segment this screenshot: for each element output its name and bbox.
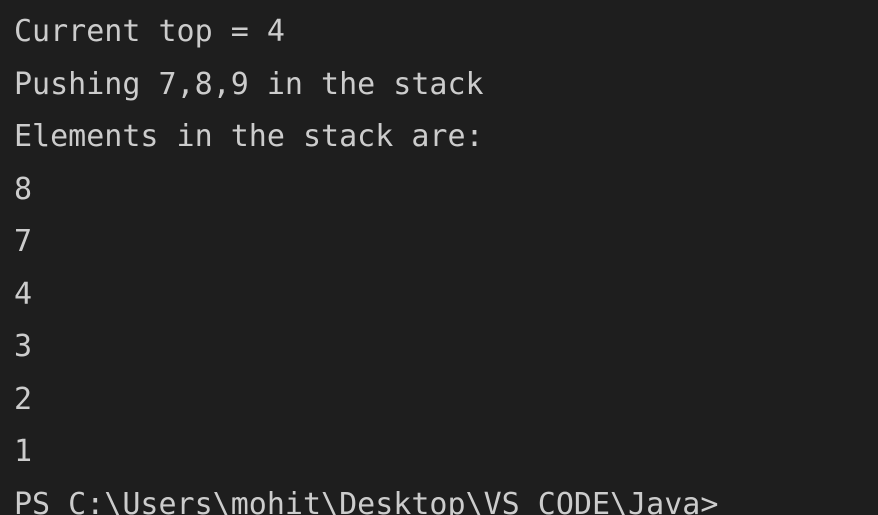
shell-prompt[interactable]: PS C:\Users\mohit\Desktop\VS CODE\Java> xyxy=(14,479,878,515)
output-line-pushing: Pushing 7,8,9 in the stack xyxy=(14,66,484,102)
stack-element: 3 xyxy=(14,329,33,364)
output-line-elements-header: Elements in the stack are: xyxy=(14,119,484,154)
stack-element: 7 xyxy=(14,224,33,259)
terminal-output[interactable]: Current top = 4 Pushing 7,8,9 in the sta… xyxy=(0,0,878,515)
stack-element: 1 xyxy=(14,434,33,469)
stack-element: 8 xyxy=(14,171,33,207)
stack-element: 4 xyxy=(14,276,33,312)
stack-element: 2 xyxy=(14,381,33,417)
output-line-current-top: Current top = 4 xyxy=(14,14,285,49)
